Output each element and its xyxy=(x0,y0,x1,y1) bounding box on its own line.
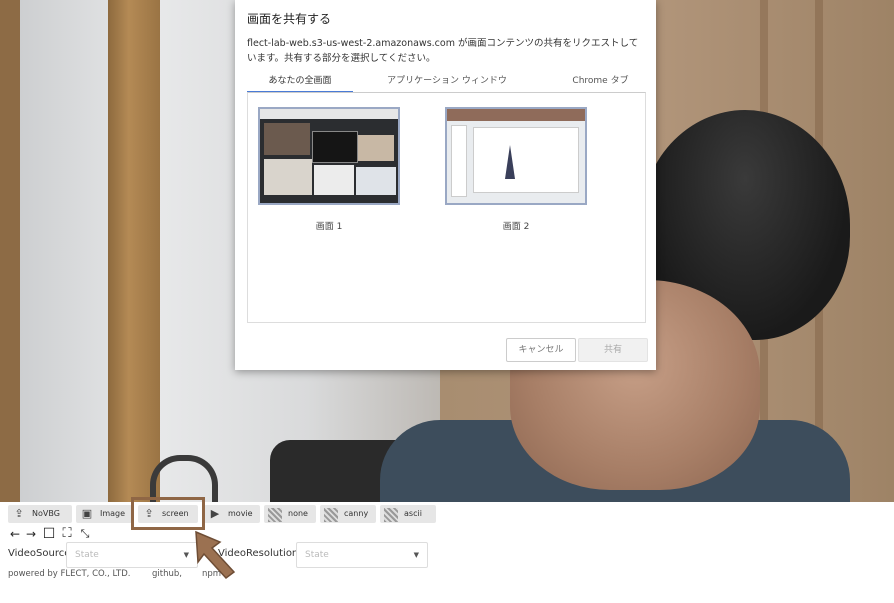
share-button[interactable]: 共有 xyxy=(578,338,648,362)
arrow-right-icon[interactable]: → xyxy=(24,527,38,541)
pointer-arrow-icon xyxy=(195,530,236,580)
screen-option-1[interactable]: 画面 1 xyxy=(258,107,400,232)
screen-thumbnail xyxy=(258,107,400,205)
tab-entire-screen[interactable]: あなたの全画面 xyxy=(247,72,353,93)
exit-fullscreen-icon[interactable]: ⤡ xyxy=(78,527,92,541)
screen-label: 画面 1 xyxy=(315,222,343,232)
chevron-down-icon: ▼ xyxy=(183,551,189,559)
video-source-label: VideoSource xyxy=(8,548,71,559)
none-button[interactable]: none xyxy=(264,505,316,523)
novbg-button[interactable]: ⇪ NoVBG xyxy=(8,505,72,523)
door-frame-left xyxy=(0,0,20,502)
highlight-box xyxy=(131,497,205,530)
share-screen-dialog: 画面を共有する flect-lab-web.s3-us-west-2.amazo… xyxy=(235,0,656,370)
cancel-button[interactable]: キャンセル xyxy=(506,338,576,362)
powered-by-text: powered by FLECT, CO., LTD. xyxy=(8,569,131,579)
movie-button[interactable]: ▶ movie xyxy=(204,505,260,523)
tab-chrome-tab[interactable]: Chrome タブ xyxy=(557,72,644,91)
github-link[interactable]: github, xyxy=(152,569,182,579)
arrow-left-icon[interactable]: ← xyxy=(8,527,22,541)
canny-button[interactable]: canny xyxy=(320,505,376,523)
square-icon[interactable]: ☐ xyxy=(42,527,56,541)
fullscreen-icon[interactable]: ⛶ xyxy=(60,527,74,541)
screen-label: 画面 2 xyxy=(502,222,530,232)
image-icon: ▣ xyxy=(81,507,93,520)
dialog-tabs: あなたの全画面 アプリケーション ウィンドウ Chrome タブ xyxy=(247,72,644,93)
headset xyxy=(150,455,218,502)
screen-thumbnail xyxy=(445,107,587,205)
screen-list: 画面 1 画面 2 xyxy=(247,92,646,323)
share-screen-icon: ⇪ xyxy=(14,507,24,520)
dialog-title: 画面を共有する xyxy=(247,12,332,26)
video-source-select[interactable]: State ▼ xyxy=(66,542,198,568)
image-button[interactable]: ▣ Image xyxy=(76,505,132,523)
screen-option-2[interactable]: 画面 2 xyxy=(445,107,587,232)
tab-application-window[interactable]: アプリケーション ウィンドウ xyxy=(377,72,517,91)
video-resolution-select[interactable]: State ▼ xyxy=(296,542,428,568)
checker-icon xyxy=(268,508,282,522)
chevron-down-icon: ▼ xyxy=(413,551,419,559)
ascii-button[interactable]: ascii xyxy=(380,505,436,523)
door-frame xyxy=(108,0,160,502)
checker-icon xyxy=(324,508,338,522)
checker-icon xyxy=(384,508,398,522)
dialog-description: flect-lab-web.s3-us-west-2.amazonaws.com… xyxy=(247,38,639,64)
play-icon: ▶ xyxy=(210,507,220,520)
